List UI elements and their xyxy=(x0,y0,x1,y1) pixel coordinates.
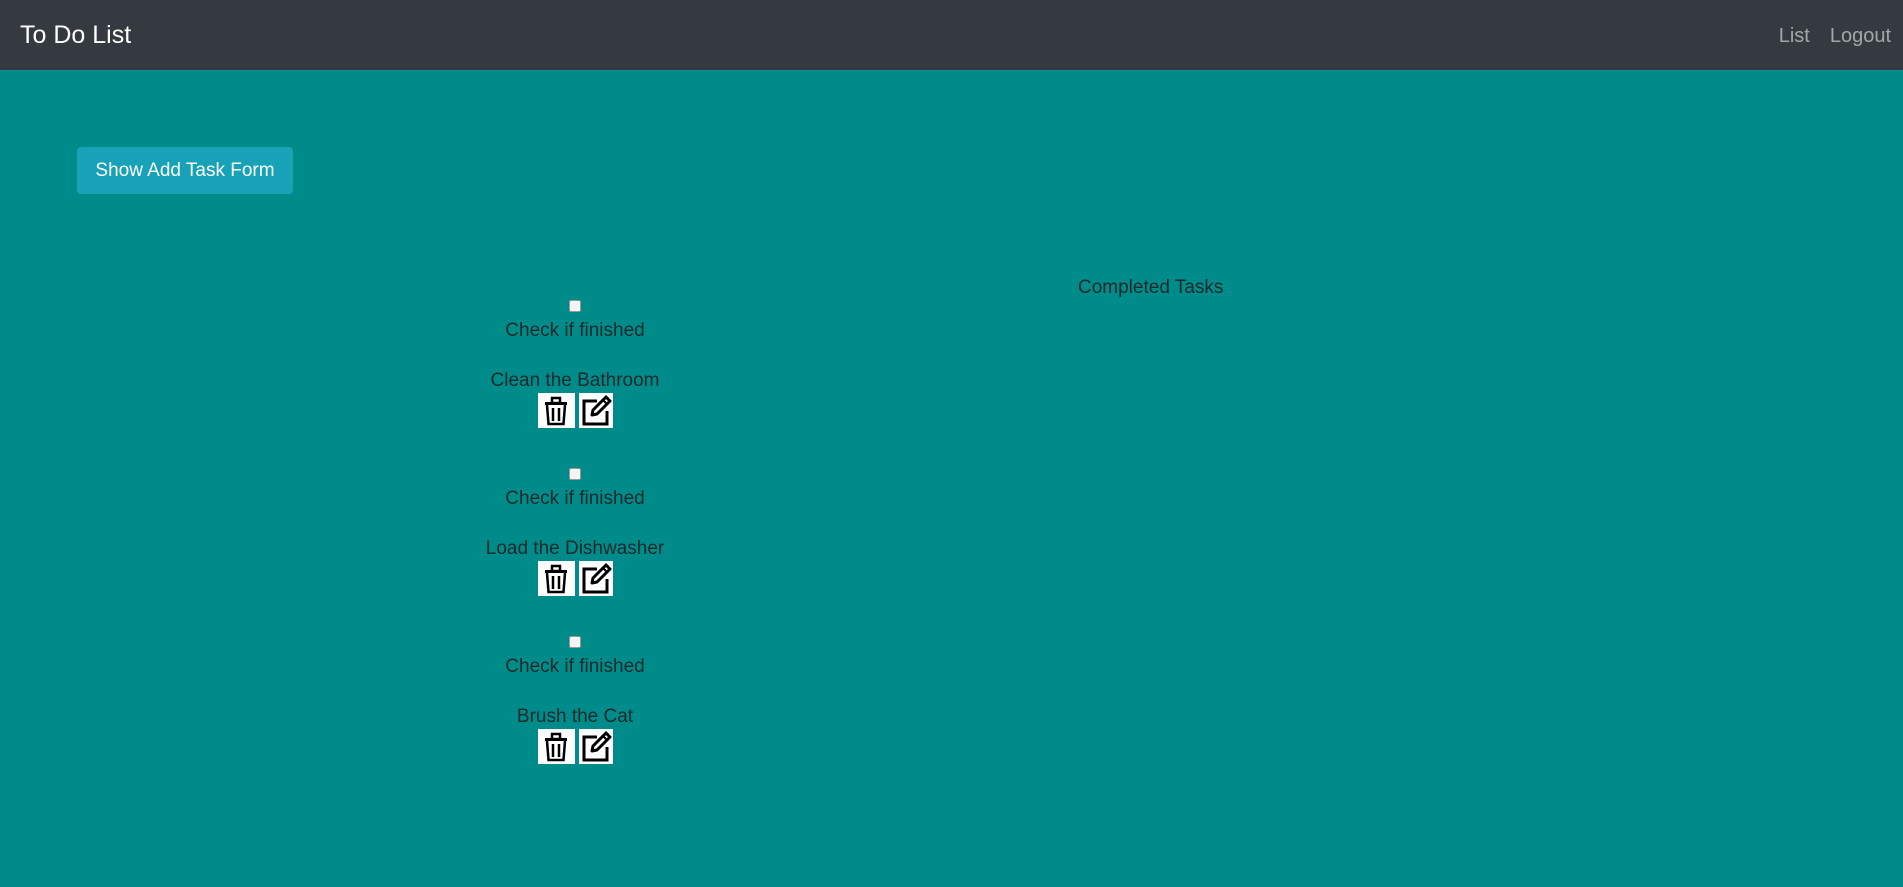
check-label: Check if finished xyxy=(505,488,645,509)
check-label: Check if finished xyxy=(505,320,645,341)
task-item: Check if finished Clean the Bathroom xyxy=(475,300,675,468)
edit-icon[interactable] xyxy=(578,729,613,764)
edit-icon[interactable] xyxy=(578,393,613,428)
completed-tasks-heading: Completed Tasks xyxy=(1078,277,1224,298)
task-actions xyxy=(475,393,675,428)
task-actions xyxy=(475,561,675,596)
task-name: Clean the Bathroom xyxy=(490,370,660,391)
task-name: Load the Dishwasher xyxy=(485,538,665,559)
task-item: Check if finished Load the Dishwasher xyxy=(475,468,675,636)
navbar: To Do List List Logout xyxy=(0,0,1903,70)
task-item: Check if finished Brush the Cat xyxy=(475,636,675,804)
nav-links: List Logout xyxy=(1779,24,1891,48)
task-name: Brush the Cat xyxy=(516,706,634,727)
task-actions xyxy=(475,729,675,764)
check-label: Check if finished xyxy=(505,656,645,677)
task-list: Check if finished Clean the Bathroom Che… xyxy=(475,300,675,804)
navbar-brand[interactable]: To Do List xyxy=(20,20,131,50)
edit-icon[interactable] xyxy=(578,561,613,596)
trash-icon[interactable] xyxy=(537,393,575,428)
trash-icon[interactable] xyxy=(537,729,575,764)
finished-checkbox[interactable] xyxy=(569,300,581,312)
nav-link-list[interactable]: List xyxy=(1779,24,1810,48)
trash-icon[interactable] xyxy=(537,561,575,596)
finished-checkbox[interactable] xyxy=(569,636,581,648)
finished-checkbox[interactable] xyxy=(569,468,581,480)
show-add-task-form-button[interactable]: Show Add Task Form xyxy=(77,147,293,194)
nav-link-logout[interactable]: Logout xyxy=(1830,24,1891,48)
